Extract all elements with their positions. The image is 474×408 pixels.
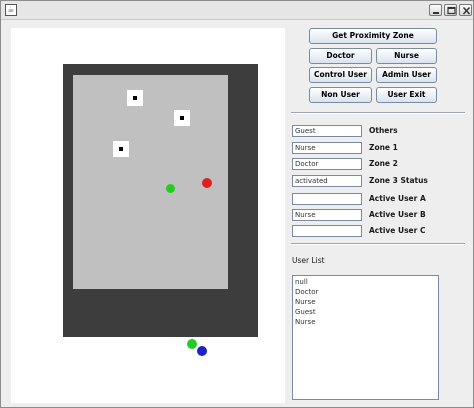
user-marker-green-outer[interactable] <box>187 339 197 349</box>
close-icon <box>462 6 471 15</box>
doctor-button[interactable]: Doctor <box>309 48 372 64</box>
active-user-b-label: Active User B <box>369 210 426 219</box>
zone-1-field[interactable] <box>292 142 362 154</box>
active-user-c-field[interactable] <box>292 225 362 237</box>
zone-2-label: Zone 2 <box>369 159 398 168</box>
minimize-icon <box>433 12 439 14</box>
maximize-button[interactable] <box>444 4 457 16</box>
sensor-node <box>127 90 143 106</box>
zone-1-label: Zone 1 <box>369 143 398 152</box>
floor-plan-canvas[interactable] <box>11 28 285 403</box>
sensor-node <box>174 110 190 126</box>
app-window: ☕ Get Proximity Zone Doctor Nurse Contro… <box>0 0 474 408</box>
nurse-button[interactable]: Nurse <box>376 48 437 64</box>
user-exit-button[interactable]: User Exit <box>376 87 437 103</box>
control-user-button[interactable]: Control User <box>309 67 372 83</box>
user-marker-blue[interactable] <box>197 346 207 356</box>
divider <box>291 243 465 245</box>
non-user-button[interactable]: Non User <box>309 87 372 103</box>
active-user-a-label: Active User A <box>369 194 426 203</box>
list-item[interactable]: Nurse <box>295 317 436 327</box>
sensor-node <box>113 141 129 157</box>
minimize-button[interactable] <box>429 4 442 16</box>
divider <box>291 112 465 114</box>
user-list[interactable]: null Doctor Nurse Guest Nurse <box>292 275 439 400</box>
zone-2-field[interactable] <box>292 158 362 170</box>
others-field[interactable] <box>292 125 362 137</box>
active-user-b-field[interactable] <box>292 209 362 221</box>
zone-3-status-label: Zone 3 Status <box>369 176 428 185</box>
list-item[interactable]: Doctor <box>295 287 436 297</box>
list-item[interactable]: Nurse <box>295 297 436 307</box>
active-user-a-field[interactable] <box>292 193 362 205</box>
user-list-title: User List <box>292 256 325 265</box>
admin-user-button[interactable]: Admin User <box>376 67 437 83</box>
user-marker-red[interactable] <box>202 178 212 188</box>
user-marker-green[interactable] <box>166 184 175 193</box>
maximize-icon <box>447 6 456 15</box>
active-user-c-label: Active User C <box>369 226 426 235</box>
zone-3-status-field[interactable] <box>292 175 362 187</box>
get-proximity-zone-button[interactable]: Get Proximity Zone <box>309 28 437 44</box>
title-bar[interactable]: ☕ <box>1 1 473 20</box>
room-area <box>63 64 258 349</box>
list-item[interactable]: Guest <box>295 307 436 317</box>
others-label: Others <box>369 126 398 135</box>
java-app-icon[interactable]: ☕ <box>5 4 17 16</box>
close-button[interactable] <box>459 4 472 16</box>
list-item[interactable]: null <box>295 277 436 287</box>
